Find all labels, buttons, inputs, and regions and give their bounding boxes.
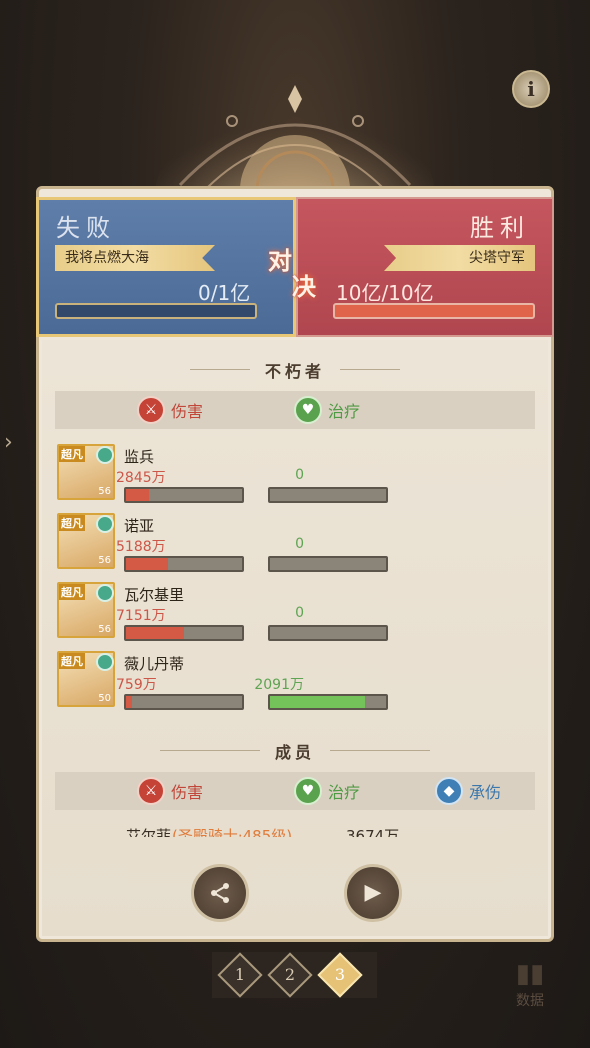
tab-damage[interactable]: ⚔ 伤害 [137,391,203,429]
faction-icon [96,653,114,671]
victory-score: 10亿/10亿 [336,281,434,305]
victory-progress-bar [333,303,535,319]
versus-char-2: 决 [292,272,316,301]
faction-icon [96,584,114,602]
members-heading: 成员 [274,743,315,762]
hero-damage-bar [124,694,244,710]
hero-rank-badge: 超凡 [59,515,85,531]
data-button[interactable]: ▮▮ 数据 [500,958,560,1018]
data-button-label: 数据 [516,993,544,1009]
page-number: 1 [234,965,246,984]
page-1-button[interactable]: 1 [217,952,263,998]
hero-heal-bar [268,487,388,503]
tab-member-tank-label: 承伤 [469,783,502,802]
tab-member-damage[interactable]: ⚔ 伤害 [137,772,203,810]
winning-team-name: 尖塔守军 [384,245,535,271]
versus-emblem: 对 决 [268,248,324,308]
shield-icon: ◆ [435,777,463,805]
hero-name: 薇儿丹蒂 [124,655,185,673]
heart-plus-icon: ♥ [294,396,322,424]
damage-bar-fill [126,627,184,639]
page-number: 3 [334,965,346,984]
page-3-button[interactable]: 3 [317,952,363,998]
hero-heal-bar [268,694,388,710]
hero-heal-value: 0 [295,536,304,552]
hero-damage-bar [124,487,244,503]
replay-button[interactable]: ▶ [344,864,402,922]
hero-heal-value: 0 [295,467,304,483]
hero-damage-bar [124,625,244,641]
hero-name: 监兵 [124,448,155,466]
member-list-item[interactable]: 艾尔菲 (圣殿骑士·485级) 3674万 [60,825,540,837]
member-damage-value: 3674万 [346,827,400,837]
hero-heal-value: 0 [295,605,304,621]
divider [160,750,260,751]
hero-name: 瓦尔基里 [124,586,185,604]
defeat-score: 0/1亿 [198,281,251,305]
defeat-title: 失败 [56,214,116,242]
play-icon: ▶ [364,880,382,905]
sword-icon: ⚔ [137,396,165,424]
hero-level: 56 [98,624,111,635]
member-name: 艾尔菲 [126,827,172,837]
members-stat-tabs: ⚔ 伤害 ♥ 治疗 ◆ 承伤 [55,772,535,810]
member-class-level: (圣殿骑士·485级) [172,827,293,837]
heart-plus-icon: ♥ [294,777,322,805]
bar-chart-icon: ▮▮ [515,959,545,989]
info-icon[interactable]: i [512,70,550,108]
hero-level: 56 [98,555,111,566]
page-number: 2 [284,965,296,984]
hero-heal-bar [268,556,388,572]
hero-heal-bar [268,625,388,641]
tab-member-tank[interactable]: ◆ 承伤 [435,772,501,810]
hero-heal-value: 2091万 [254,677,304,693]
sword-icon: ⚔ [137,777,165,805]
versus-char-1: 对 [268,246,292,275]
hero-damage-bar [124,556,244,572]
damage-bar-fill [126,489,150,501]
tab-heal-label: 治疗 [328,402,361,421]
tab-member-heal-label: 治疗 [328,783,361,802]
tab-member-damage-label: 伤害 [171,783,204,802]
page-selector: 1 2 3 [212,952,377,998]
hero-rank-badge: 超凡 [59,653,85,669]
tab-heal[interactable]: ♥ 治疗 [294,391,360,429]
hero-level: 56 [98,486,111,497]
immortals-heading: 不朽者 [264,362,325,381]
divider [190,369,250,370]
damage-bar-fill [126,696,132,708]
damage-bar-fill [126,558,168,570]
faction-icon [96,446,114,464]
defeat-progress-bar [55,303,257,319]
tab-member-heal[interactable]: ♥ 治疗 [294,772,360,810]
immortals-stat-tabs: ⚔ 伤害 ♥ 治疗 [55,391,535,429]
hero-name: 诺亚 [124,517,155,535]
defeated-team-name: 我将点燃大海 [55,245,215,271]
tab-damage-label: 伤害 [171,402,204,421]
page-2-button[interactable]: 2 [267,952,313,998]
hero-level: 50 [98,693,111,704]
faction-icon [96,515,114,533]
hero-rank-badge: 超凡 [59,584,85,600]
hero-rank-badge: 超凡 [59,446,85,462]
chevron-right-icon[interactable]: › [4,430,13,455]
divider [330,750,430,751]
share-button[interactable] [191,864,249,922]
divider [340,369,400,370]
heal-bar-fill [270,696,366,708]
victory-title: 胜利 [470,214,530,242]
share-icon [211,883,229,903]
